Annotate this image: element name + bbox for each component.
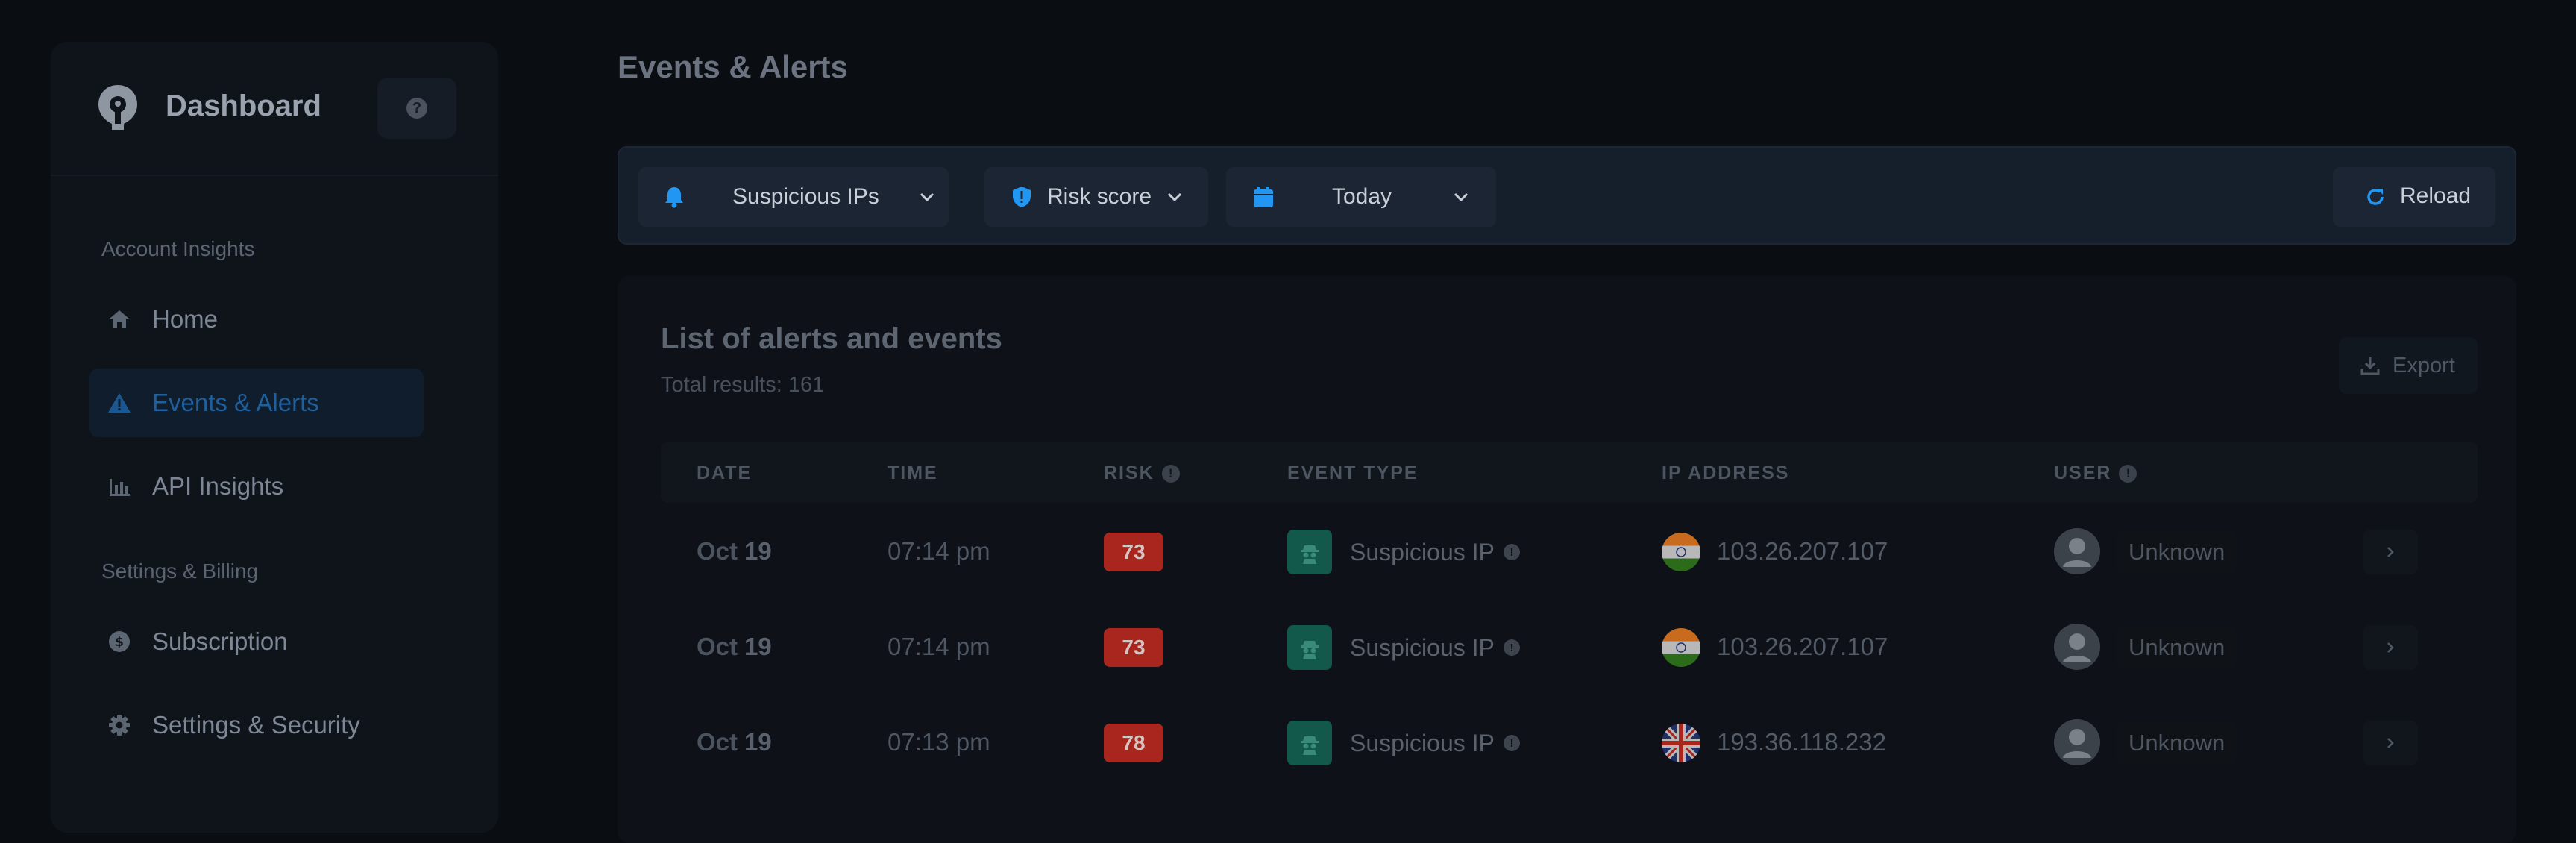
date-month: Oct xyxy=(697,633,738,660)
spy-icon xyxy=(1287,721,1332,765)
export-button[interactable]: Export xyxy=(2339,337,2478,394)
date-day: 19 xyxy=(744,728,772,756)
event-type-label: Suspicious IP xyxy=(1350,634,1495,661)
filter-date-range[interactable]: Today xyxy=(1226,167,1496,227)
spy-icon xyxy=(1287,625,1332,670)
row-details-button[interactable] xyxy=(2363,625,2418,670)
sidebar-item-label: API Insights xyxy=(152,472,284,500)
total-results: Total results: 161 xyxy=(661,373,825,397)
shield-icon xyxy=(1013,187,1031,207)
filter-label: Suspicious IPs xyxy=(732,184,879,209)
spy-icon xyxy=(1287,530,1332,574)
section-label-settings-billing: Settings & Billing xyxy=(101,560,259,583)
filter-suspicious-ips[interactable]: Suspicious IPs xyxy=(638,167,949,227)
row-details-button[interactable] xyxy=(2363,530,2418,574)
sidebar-item-home[interactable]: Home xyxy=(89,285,424,354)
user-name: Unknown xyxy=(2117,531,2237,573)
chevron-down-icon xyxy=(1454,192,1468,202)
bell-icon xyxy=(665,187,683,208)
reload-label: Reload xyxy=(2400,184,2472,208)
ip-address: 103.26.207.107 xyxy=(1717,633,1888,660)
sidebar-item-settings-security[interactable]: Settings & Security xyxy=(89,691,424,759)
sidebar-item-label: Settings & Security xyxy=(152,711,360,739)
india-flag-icon xyxy=(1662,533,1700,571)
user-avatar xyxy=(2054,719,2100,765)
info-icon[interactable]: ! xyxy=(1504,735,1520,751)
filter-label: Today xyxy=(1332,184,1392,209)
sidebar-header: Dashboard ? xyxy=(51,42,498,176)
alerts-panel: List of alerts and events Total results:… xyxy=(618,276,2516,843)
risk-badge: 73 xyxy=(1104,533,1163,571)
ip-address: 103.26.207.107 xyxy=(1717,537,1888,565)
gear-icon xyxy=(107,713,131,737)
sidebar-item-api-insights[interactable]: API Insights xyxy=(89,452,424,521)
bar-chart-icon xyxy=(107,474,131,498)
column-header-event-type[interactable]: EVENT TYPE xyxy=(1287,463,1419,484)
user-name: Unknown xyxy=(2117,627,2237,668)
table-row[interactable]: Oct 19 07:14 pm 73 Suspicious IP ! 103.2… xyxy=(661,600,2478,695)
event-time: 07:14 pm xyxy=(888,633,990,660)
india-flag-icon xyxy=(1662,628,1700,667)
export-label: Export xyxy=(2393,354,2455,377)
column-header-user[interactable]: USER! xyxy=(2054,463,2137,484)
sidebar: Dashboard ? Account Insights Home Events… xyxy=(51,42,498,833)
event-time: 07:13 pm xyxy=(888,728,990,756)
table-header: DATE TIME RISK! EVENT TYPE IP ADDRESS US… xyxy=(661,442,2478,503)
risk-badge: 73 xyxy=(1104,628,1163,667)
info-icon[interactable]: ! xyxy=(2119,464,2137,483)
filter-bar: Suspicious IPs Risk score Today Reload xyxy=(618,146,2516,245)
sidebar-item-label: Subscription xyxy=(152,627,288,655)
warning-icon xyxy=(107,391,131,415)
list-title: List of alerts and events xyxy=(661,322,1002,355)
event-time: 07:14 pm xyxy=(888,537,990,565)
reload-button[interactable]: Reload xyxy=(2333,167,2495,227)
ip-address: 193.36.118.232 xyxy=(1717,728,1886,756)
user-avatar xyxy=(2054,528,2100,574)
dollar-icon: $ xyxy=(107,630,131,654)
download-icon xyxy=(2360,357,2380,375)
chevron-right-icon xyxy=(2387,738,2394,748)
home-icon xyxy=(107,307,131,331)
sidebar-item-subscription[interactable]: $ Subscription xyxy=(89,607,424,676)
table-row[interactable]: Oct 19 07:14 pm 73 Suspicious IP ! 103.2… xyxy=(661,504,2478,600)
sidebar-item-events-alerts[interactable]: Events & Alerts xyxy=(89,369,424,437)
filter-risk-score[interactable]: Risk score xyxy=(984,167,1208,227)
info-icon[interactable]: ! xyxy=(1161,464,1180,483)
chevron-right-icon xyxy=(2387,547,2394,557)
svg-text:$: $ xyxy=(115,635,124,650)
chevron-down-icon xyxy=(1167,192,1182,202)
chevron-down-icon xyxy=(920,192,934,202)
date-day: 19 xyxy=(744,633,772,660)
filter-label: Risk score xyxy=(1047,184,1152,209)
chevron-right-icon xyxy=(2387,642,2394,653)
risk-badge: 78 xyxy=(1104,724,1163,762)
column-header-date[interactable]: DATE xyxy=(697,463,752,484)
row-details-button[interactable] xyxy=(2363,721,2418,765)
column-header-ip-address[interactable]: IP ADDRESS xyxy=(1662,463,1789,484)
calendar-icon xyxy=(1254,187,1273,207)
sidebar-item-label: Home xyxy=(152,305,219,333)
date-day: 19 xyxy=(744,537,772,565)
brand-title[interactable]: Dashboard xyxy=(166,90,321,123)
user-name: Unknown xyxy=(2117,722,2237,764)
refresh-icon xyxy=(2367,189,2384,205)
question-circle-icon: ? xyxy=(406,98,427,119)
column-header-risk[interactable]: RISK! xyxy=(1104,463,1180,484)
section-label-account-insights: Account Insights xyxy=(101,237,255,260)
info-icon[interactable]: ! xyxy=(1504,639,1520,656)
info-icon[interactable]: ! xyxy=(1504,544,1520,560)
logo-icon[interactable] xyxy=(97,84,139,131)
sidebar-item-label: Events & Alerts xyxy=(152,389,319,416)
user-avatar xyxy=(2054,624,2100,670)
table-row[interactable]: Oct 19 07:13 pm 78 Suspicious IP ! 193.3… xyxy=(661,695,2478,791)
uk-flag-icon xyxy=(1662,724,1700,762)
date-month: Oct xyxy=(697,537,738,565)
event-type-label: Suspicious IP xyxy=(1350,539,1495,565)
event-type-label: Suspicious IP xyxy=(1350,730,1495,756)
date-month: Oct xyxy=(697,728,738,756)
help-button[interactable]: ? xyxy=(377,78,456,139)
page-title: Events & Alerts xyxy=(618,49,848,84)
column-header-time[interactable]: TIME xyxy=(888,463,938,484)
